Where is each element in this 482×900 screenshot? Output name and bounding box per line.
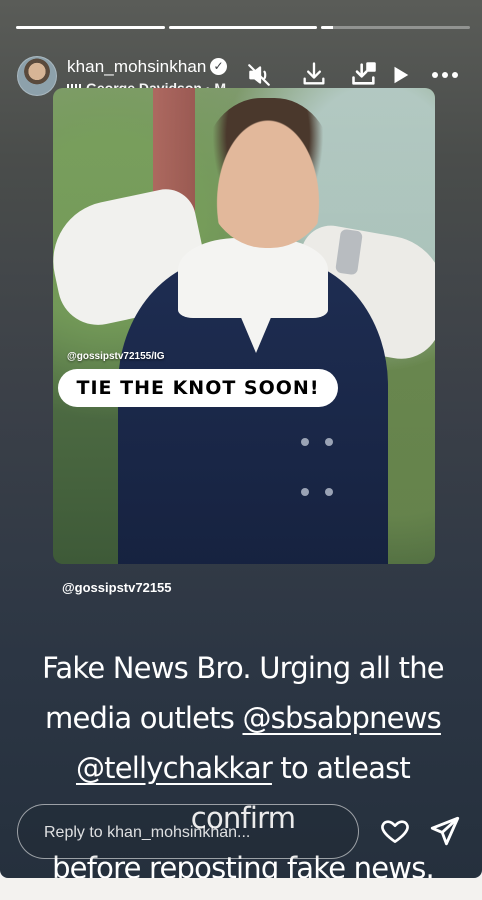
reply-placeholder: Reply to khan_mohsinkhan... (44, 824, 251, 841)
progress-bar-3 (321, 26, 471, 29)
post-headline: TIE THE KNOT SOON! (58, 369, 338, 407)
caption-line-2: media outlets @sbsabpnews (45, 701, 442, 735)
mention-tellychakkar[interactable]: @tellychakkar (76, 751, 273, 785)
story-progress (16, 26, 471, 29)
verified-badge-icon: ✓ (210, 58, 227, 75)
more-options-icon[interactable] (430, 64, 460, 86)
mention-sbsabpnews[interactable]: @sbsabpnews (242, 701, 441, 735)
play-icon[interactable] (389, 64, 411, 86)
story-viewer[interactable]: khan_mohsinkhan ✓ George Davidson · M (0, 0, 482, 878)
avatar[interactable] (17, 56, 57, 96)
post-watermark: @gossipstv72155/IG (67, 351, 165, 362)
download-icon[interactable] (300, 60, 328, 88)
save-to-collection-icon[interactable] (350, 60, 378, 88)
progress-bar-2 (168, 26, 318, 29)
reply-input[interactable]: Reply to khan_mohsinkhan... (17, 804, 359, 859)
source-credit[interactable]: @gossipstv72155 (62, 580, 172, 595)
story-username[interactable]: khan_mohsinkhan (67, 57, 206, 77)
shared-post-card[interactable]: @gossipstv72155/IG TIE THE KNOT SOON! (53, 88, 435, 564)
send-icon[interactable] (428, 814, 462, 853)
caption-line-1: Fake News Bro. Urging all the (42, 651, 444, 685)
mute-icon[interactable] (246, 62, 272, 88)
progress-bar-1 (16, 26, 165, 29)
page-bottom-strip (0, 878, 482, 900)
heart-icon[interactable] (379, 815, 411, 852)
